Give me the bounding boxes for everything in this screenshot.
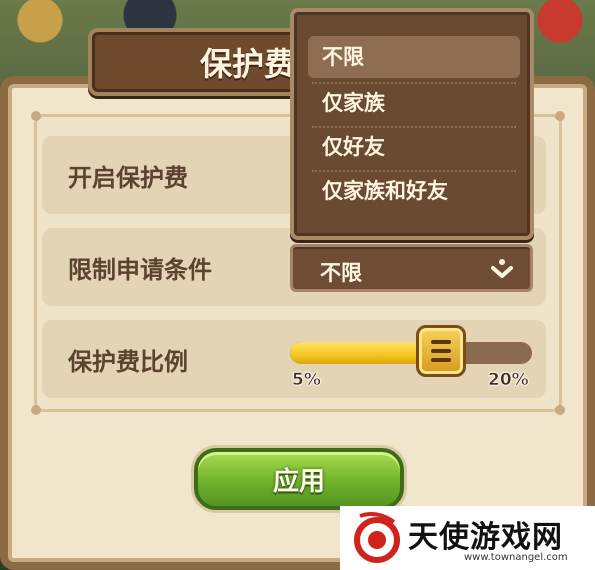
menu-option-friends-only[interactable]: 仅好友 [308, 126, 520, 168]
restrict-conditions-dropdown-menu: 不限 仅家族 仅好友 仅家族和好友 [290, 8, 534, 240]
restrict-select-value: 不限 [320, 261, 362, 285]
ratio-slider-thumb[interactable] [416, 325, 467, 377]
ratio-slider-fill [290, 342, 436, 364]
apply-button[interactable]: 应用 [194, 448, 404, 510]
ratio-slider-max-label: 20% [488, 370, 529, 391]
chevron-down-icon [491, 259, 513, 278]
enable-protection-label: 开启保护费 [68, 164, 188, 192]
watermark-logo-icon [354, 512, 400, 563]
menu-option-unlimited[interactable]: 不限 [308, 36, 520, 78]
menu-option-clan-only[interactable]: 仅家族 [308, 82, 520, 124]
dialog-title: 保护费 [199, 45, 296, 83]
watermark-url: www.townangel.com [464, 552, 568, 563]
protection-ratio-label: 保护费比例 [68, 348, 188, 376]
menu-option-clan-and-friends[interactable]: 仅家族和好友 [308, 170, 520, 212]
restrict-conditions-select[interactable]: 不限 [290, 244, 533, 292]
site-watermark: 天使游戏网 www.townangel.com [340, 506, 595, 570]
ratio-slider-track[interactable] [290, 342, 532, 364]
restrict-conditions-label: 限制申请条件 [68, 256, 212, 284]
apply-button-label: 应用 [272, 466, 325, 497]
ratio-slider-min-label: 5% [292, 370, 321, 391]
watermark-name: 天使游戏网 [408, 520, 563, 555]
